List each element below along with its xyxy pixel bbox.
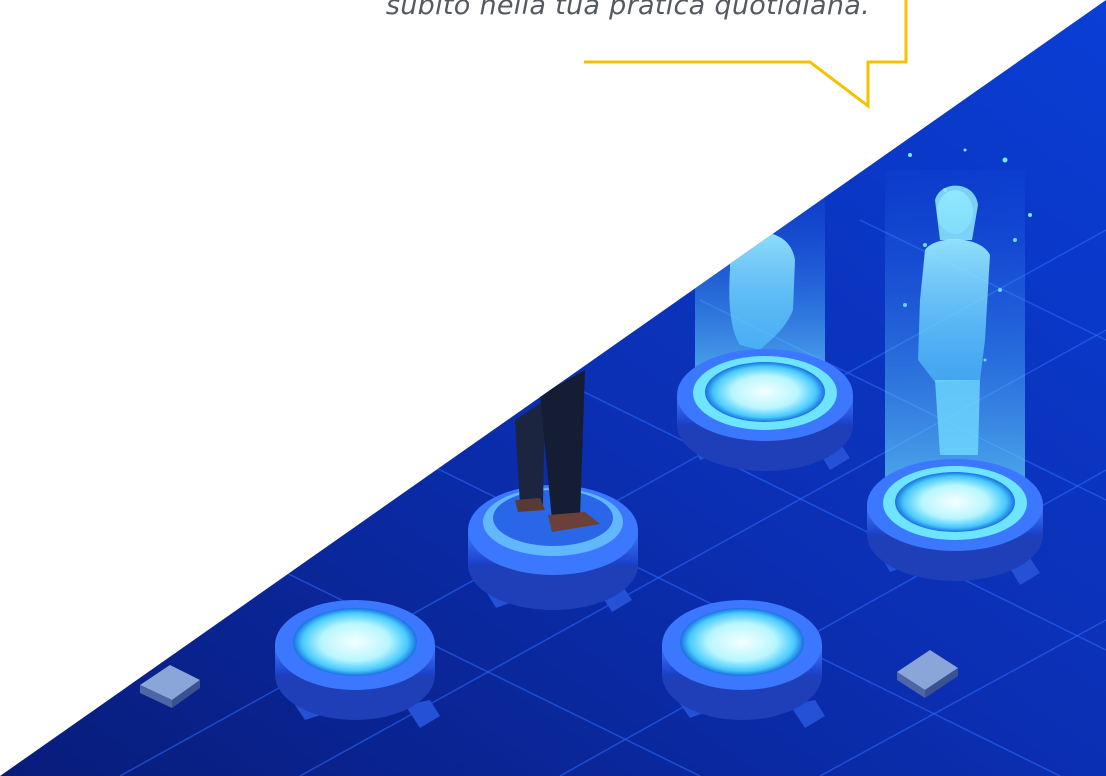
callout-text: subito nella tua pratica quotidiana.	[385, 0, 870, 21]
hologram-pad-right	[867, 170, 1043, 585]
hologram-illustration	[0, 0, 1106, 776]
pad-bottom-left	[275, 600, 440, 728]
pad-bottom-center	[662, 600, 825, 728]
